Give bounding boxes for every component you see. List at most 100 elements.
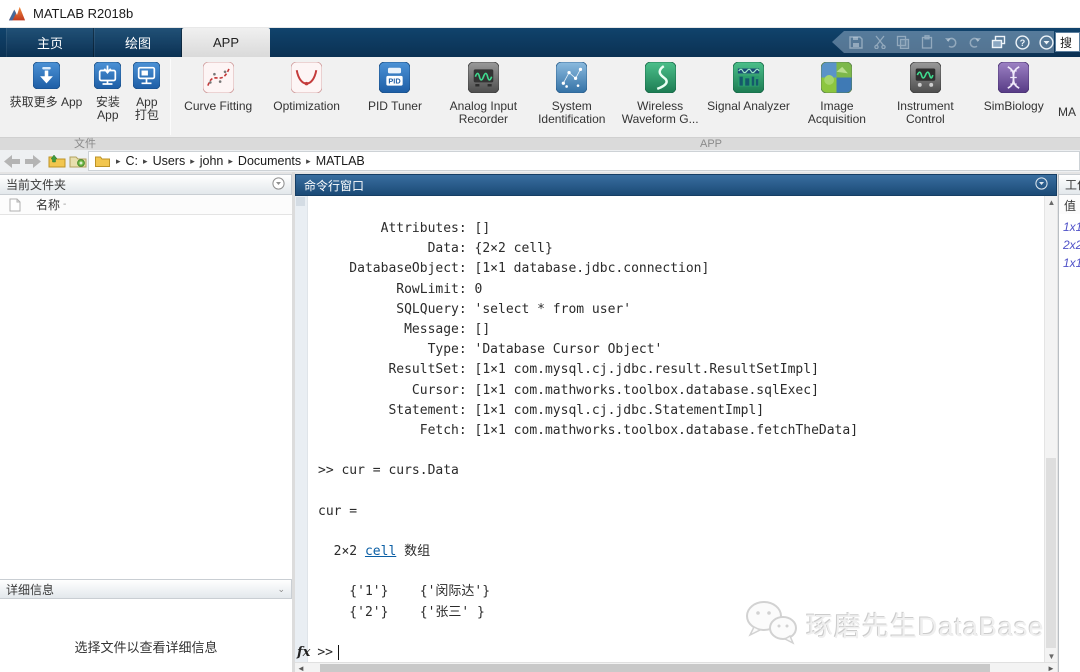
console-line: Cursor: [1×1 com.mathworks.toolbox.datab… — [318, 381, 1044, 401]
file-list[interactable] — [0, 215, 292, 579]
scroll-right-icon[interactable]: ► — [1045, 663, 1057, 672]
workspace-header[interactable]: 工作区 — [1059, 174, 1080, 195]
forward-icon[interactable] — [24, 153, 42, 169]
file-page-icon — [6, 197, 24, 213]
app-optimization[interactable]: Optimization — [262, 62, 350, 137]
button-label: Instrument Control — [897, 100, 954, 126]
panel-menu-icon[interactable] — [272, 177, 285, 193]
scroll-up-icon[interactable]: ▲ — [1045, 196, 1058, 208]
breadcrumb[interactable]: ▸ C: ▸ Users ▸ john ▸ Documents ▸ MATLAB — [88, 151, 1080, 171]
help-icon[interactable]: ? — [1014, 34, 1030, 50]
save-icon[interactable] — [848, 34, 864, 50]
crumb-drive[interactable]: C: — [126, 154, 139, 168]
app-signal-analyzer[interactable]: Signal Analyzer — [704, 62, 792, 137]
ribbon-tab-bar: 主页 绘图 APP ? — [0, 28, 1080, 57]
copy-icon[interactable] — [896, 34, 912, 50]
instrument-control-icon — [910, 62, 941, 93]
console-line: Type: 'Database Cursor Object' — [318, 340, 1044, 360]
vertical-scrollbar[interactable]: ▲ ▼ — [1044, 196, 1057, 662]
sort-indicator: - — [63, 199, 66, 210]
undo-icon[interactable] — [943, 34, 959, 50]
horizontal-scrollbar[interactable]: ◄ ► — [295, 662, 1057, 672]
workspace-value[interactable]: 2x2 — [1059, 236, 1080, 254]
package-app-button[interactable]: App 打包 — [128, 62, 165, 137]
gutter-handle[interactable] — [296, 197, 305, 206]
address-bar: ▸ C: ▸ Users ▸ john ▸ Documents ▸ MATLAB — [0, 150, 1080, 172]
workspace-value[interactable]: 1x1 — [1059, 218, 1080, 236]
back-icon[interactable] — [3, 153, 21, 169]
workspace-rows: 1x1 2x2 1x1 — [1059, 218, 1080, 272]
current-folder-header[interactable]: 当前文件夹 — [0, 174, 292, 195]
details-title: 详细信息 — [6, 581, 54, 598]
button-label: Optimization — [273, 100, 340, 113]
crumb-john[interactable]: john — [200, 154, 224, 168]
app-simbiology[interactable]: SimBiology — [970, 62, 1058, 137]
button-label: Image Acquisition — [808, 100, 866, 126]
paste-icon[interactable] — [919, 34, 935, 50]
optimization-icon — [291, 62, 322, 93]
redo-icon[interactable] — [967, 34, 983, 50]
layout-icon[interactable] — [991, 34, 1007, 50]
tab-plots[interactable]: 绘图 — [94, 28, 182, 57]
details-header[interactable]: 详细信息 ⌄ — [0, 579, 292, 599]
details-empty-text: 选择文件以查看详细信息 — [0, 637, 292, 656]
cell-link[interactable]: cell — [365, 544, 396, 559]
crumb-separator: ▸ — [301, 156, 316, 167]
horizontal-scroll-thumb[interactable] — [320, 664, 990, 672]
console-line — [318, 441, 1044, 461]
folder-icon — [93, 153, 111, 169]
tab-apps[interactable]: APP — [182, 28, 270, 57]
workspace-panel: 工作区 值 1x1 2x2 1x1 — [1058, 174, 1080, 672]
console-line: DatabaseObject: [1×1 database.jdbc.conne… — [318, 259, 1044, 279]
command-window-gutter — [295, 196, 308, 662]
app-pid-tuner[interactable]: PID PID Tuner — [351, 62, 439, 137]
toolbar-more-icon[interactable] — [1038, 34, 1054, 50]
matlab-logo-icon — [8, 6, 26, 22]
title-bar: MATLAB R2018b — [0, 0, 1080, 28]
app-analog-input-recorder[interactable]: Analog Input Recorder — [439, 62, 527, 137]
get-more-apps-button[interactable]: 获取更多 App — [5, 62, 88, 137]
crumb-separator: ▸ — [111, 156, 126, 167]
up-folder-icon[interactable] — [48, 153, 66, 169]
app-image-acquisition[interactable]: Image Acquisition — [793, 62, 881, 137]
crumb-documents[interactable]: Documents — [238, 154, 301, 168]
app-clipped-label[interactable]: MA — [1058, 105, 1076, 119]
console-lines: Attributes: [] Data: {2×2 cell} Database… — [308, 196, 1044, 644]
workspace-value[interactable]: 1x1 — [1059, 254, 1080, 272]
crumb-users[interactable]: Users — [153, 154, 186, 168]
tab-home[interactable]: 主页 — [6, 28, 94, 57]
analog-input-recorder-icon — [468, 62, 499, 93]
current-folder-panel: 当前文件夹 名称 - 详细信息 ⌄ 选择文件以查看详细信息 — [0, 174, 292, 672]
vertical-scroll-thumb[interactable] — [1046, 458, 1056, 648]
value-column-header[interactable]: 值 — [1059, 195, 1080, 214]
crumb-separator: ▸ — [138, 156, 153, 167]
name-column-header[interactable]: 名称 - — [0, 195, 292, 215]
current-folder-title: 当前文件夹 — [6, 176, 66, 193]
command-window-menu-icon[interactable] — [1035, 177, 1048, 193]
app-system-identification[interactable]: System Identification — [528, 62, 616, 137]
pid-tuner-icon: PID — [379, 62, 410, 93]
ribbon-group-separator — [170, 59, 171, 135]
scroll-down-icon[interactable]: ▼ — [1045, 650, 1058, 662]
button-label: 安装 App — [96, 96, 120, 122]
cut-icon[interactable] — [872, 34, 888, 50]
app-instrument-control[interactable]: Instrument Control — [881, 62, 969, 137]
ribbon-group-strip: 文件 APP — [0, 137, 1080, 150]
app-wireless-waveform[interactable]: Wireless Waveform G... — [616, 62, 704, 137]
console-line — [318, 522, 1044, 542]
browse-folder-icon[interactable] — [69, 153, 87, 169]
app-curve-fitting[interactable]: Curve Fitting — [174, 62, 262, 137]
install-app-button[interactable]: 安装 App — [89, 62, 126, 137]
signal-analyzer-icon — [733, 62, 764, 93]
window-title: MATLAB R2018b — [33, 6, 133, 21]
scroll-left-icon[interactable]: ◄ — [295, 663, 307, 672]
name-column-label: 名称 — [36, 196, 60, 213]
prompt-row[interactable]: fx >> — [295, 643, 339, 661]
crumb-matlab[interactable]: MATLAB — [316, 154, 365, 168]
search-input[interactable] — [1055, 32, 1080, 52]
collapse-chevron-icon[interactable]: ⌄ — [277, 584, 285, 595]
console-line: Message: [] — [318, 320, 1044, 340]
fx-button[interactable]: fx — [297, 645, 310, 660]
command-window-header[interactable]: 命令行窗口 — [295, 174, 1057, 196]
command-window: 命令行窗口 Attributes: [] Data: {2×2 cell} Da… — [295, 174, 1057, 672]
